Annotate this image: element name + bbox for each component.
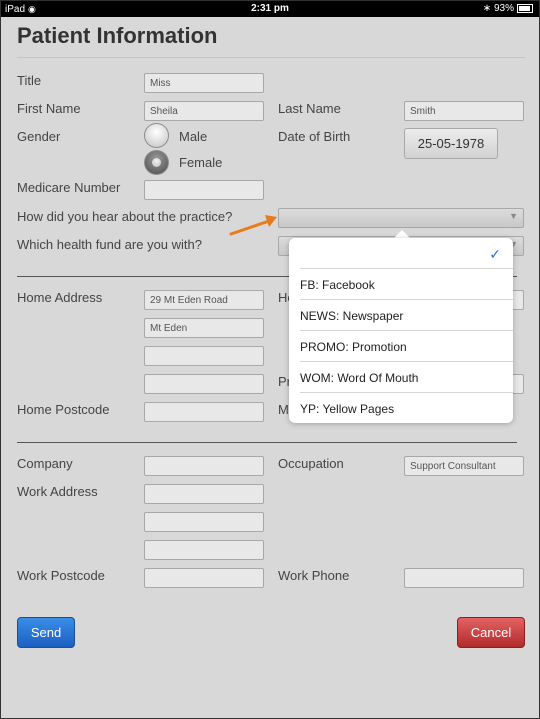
occupation-label: Occupation	[278, 456, 344, 471]
gender-male-radio[interactable]	[144, 123, 169, 148]
gender-male-label: Male	[179, 129, 208, 144]
home-address-line-1[interactable]: 29 Mt Eden Road	[144, 290, 264, 310]
option-blank[interactable]: ✓	[289, 238, 513, 268]
title-divider	[17, 57, 525, 58]
hear-about-select[interactable]: ▼	[278, 208, 524, 228]
health-fund-label: Which health fund are you with?	[17, 237, 202, 252]
chevron-down-icon: ▼	[509, 211, 518, 221]
option-divider	[300, 268, 513, 269]
checkmark-icon: ✓	[489, 246, 501, 262]
option-yellow-pages[interactable]: YP: Yellow Pages	[300, 402, 394, 416]
dob-picker-button[interactable]: 25-05-1978	[404, 128, 498, 159]
company-label: Company	[17, 456, 73, 471]
cancel-button[interactable]: Cancel	[457, 617, 525, 648]
work-address-line-3[interactable]	[144, 540, 264, 560]
option-divider	[300, 330, 513, 331]
battery-icon	[517, 3, 533, 13]
option-divider	[300, 299, 513, 300]
app-screen: iPad ◉ 2:31 pm ∗ 93% Patient Information …	[1, 1, 539, 718]
last-name-field[interactable]: Smith	[404, 101, 524, 121]
title-field[interactable]: Miss	[144, 73, 264, 93]
option-word-of-mouth[interactable]: WOM: Word Of Mouth	[300, 371, 418, 385]
work-phone-label: Work Phone	[278, 568, 350, 583]
work-address-line-2[interactable]	[144, 512, 264, 532]
work-phone-field[interactable]	[404, 568, 524, 588]
status-time: 2:31 pm	[251, 3, 289, 14]
status-bar: iPad ◉ 2:31 pm ∗ 93%	[1, 1, 539, 17]
work-address-label: Work Address	[17, 484, 98, 499]
home-postcode-label: Home Postcode	[17, 402, 110, 417]
dob-label: Date of Birth	[278, 129, 351, 144]
work-postcode-label: Work Postcode	[17, 568, 105, 583]
first-name-field[interactable]: Sheila	[144, 101, 264, 121]
work-postcode-field[interactable]	[144, 568, 264, 588]
home-address-label: Home Address	[17, 290, 103, 305]
home-address-line-2[interactable]: Mt Eden	[144, 318, 264, 338]
first-name-label: First Name	[17, 101, 81, 116]
page-title: Patient Information	[17, 23, 218, 48]
work-address-line-1[interactable]	[144, 484, 264, 504]
home-address-line-3[interactable]	[144, 346, 264, 366]
option-divider	[300, 361, 513, 362]
obscured-label-m: M	[278, 402, 289, 417]
section-divider	[17, 442, 517, 443]
hear-about-label: How did you hear about the practice?	[17, 209, 233, 224]
bluetooth-icon: ∗	[482, 3, 492, 14]
medicare-label: Medicare Number	[17, 180, 121, 195]
battery-indicator: ∗ 93%	[483, 1, 533, 17]
option-newspaper[interactable]: NEWS: Newspaper	[300, 309, 403, 323]
home-postcode-field[interactable]	[144, 402, 264, 422]
gender-female-radio[interactable]	[144, 150, 169, 175]
medicare-field[interactable]	[144, 180, 264, 200]
option-facebook[interactable]: FB: Facebook	[300, 278, 375, 292]
send-button[interactable]: Send	[17, 617, 75, 648]
last-name-label: Last Name	[278, 101, 341, 116]
title-label: Title	[17, 73, 42, 88]
gender-label: Gender	[17, 129, 61, 144]
occupation-field[interactable]: Support Consultant	[404, 456, 524, 476]
company-field[interactable]	[144, 456, 264, 476]
annotation-arrow-icon	[229, 215, 277, 236]
hear-about-popover: ✓ FB: Facebook NEWS: Newspaper PROMO: Pr…	[289, 238, 513, 423]
home-address-line-4[interactable]	[144, 374, 264, 394]
option-divider	[300, 392, 513, 393]
option-promotion[interactable]: PROMO: Promotion	[300, 340, 407, 354]
gender-female-label: Female	[179, 155, 223, 170]
